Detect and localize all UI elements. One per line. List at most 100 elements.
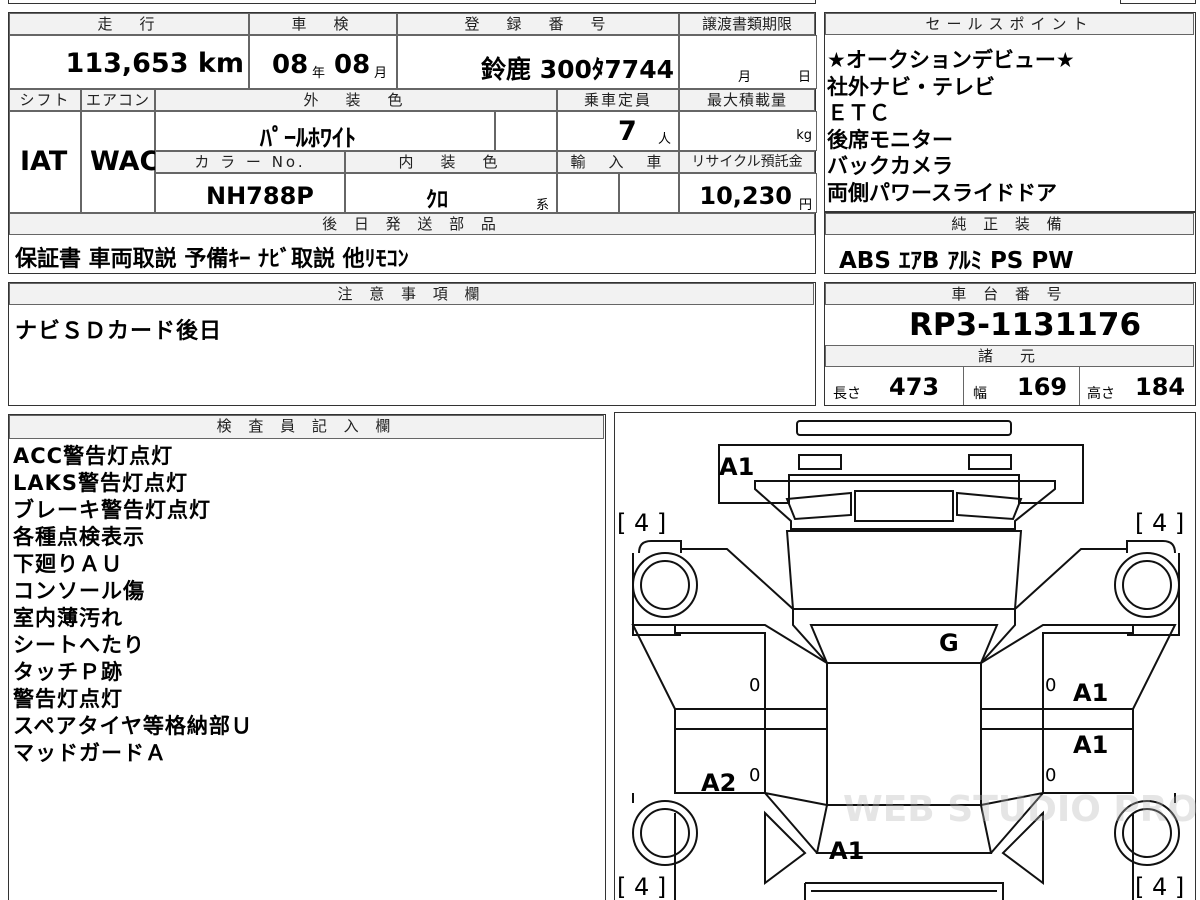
sales-points-header: セールスポイント (825, 13, 1194, 35)
tire-front-right-outer (1114, 552, 1180, 618)
inspector-notes-list: ACC警告灯点灯 LAKS警告灯点灯 ブレーキ警告灯点灯 各種点検表示 下廻りＡＵ コンソ… (13, 443, 253, 767)
import-header: 輸 入 車 (557, 151, 679, 173)
tire-fl-mark: [ 4 ] (617, 509, 667, 537)
width-value: 169 (1017, 373, 1068, 401)
front-roof-edge (809, 624, 999, 664)
equipment-header: 純 正 装 備 (825, 213, 1194, 235)
exterior-color-cell: ﾊﾟｰﾙﾎﾜｲﾄ (155, 111, 495, 152)
length-value: 473 (889, 373, 940, 401)
transfer-month-unit: 月 (738, 70, 752, 85)
equipment-box: 純 正 装 備 ABS ｴｱB ｱﾙﾐ PS PW (824, 212, 1196, 274)
windshield-shape (785, 530, 1023, 610)
max-load-header: 最大積載量 (679, 89, 815, 111)
tire-front-left-outer (632, 552, 698, 618)
top-cut-strip (8, 0, 816, 4)
zero-left-front: 0 (749, 675, 761, 696)
chassis-header: 車 台 番 号 (825, 283, 1194, 305)
zero-right-front: 0 (1045, 675, 1057, 696)
body-right-front (980, 548, 1127, 664)
recycle-header: リサイクル預託金 (679, 151, 815, 173)
recycle-value: 10,230 (699, 182, 792, 210)
right-rear-door-mark: A1 (1073, 731, 1109, 759)
color-no-value: NH788P (206, 182, 314, 210)
notes-header: 注 意 事 項 欄 (9, 283, 814, 305)
hood-left-panel (785, 491, 852, 521)
inspector-note-line: 室内薄汚れ (13, 606, 123, 630)
top-cut-strip-right (1120, 0, 1196, 4)
transfer-deadline-header: 譲渡書類期限 (679, 13, 815, 35)
specs-header: 諸 元 (825, 345, 1194, 367)
later-parts-cell: 保証書 車両取説 予備ｷｰ ﾅﾋﾞ取説 他ﾘﾓｺﾝ (9, 235, 815, 273)
inspector-note-line: スペアタイヤ等格納部Ｕ (13, 714, 253, 738)
door-right-front (1042, 624, 1177, 710)
inspector-header: 検 査 員 記 入 欄 (9, 415, 604, 439)
inspector-note-line: 警告灯点灯 (13, 687, 123, 711)
shift-header: シフト (9, 89, 81, 111)
mileage-value: 113,653 km (65, 48, 244, 79)
tire-fr-mark: [ 4 ] (1135, 509, 1185, 537)
inspector-box: 検 査 員 記 入 欄 ACC警告灯点灯 LAKS警告灯点灯 ブレーキ警告灯点灯 各種… (8, 414, 606, 900)
sales-point-item: ＥＴＣ (827, 101, 890, 125)
transfer-day-unit: 日 (798, 70, 812, 85)
rear-mark: A1 (829, 837, 865, 865)
exterior-color-value: ﾊﾟｰﾙﾎﾜｲﾄ (260, 124, 356, 152)
sales-points-box: セールスポイント ★オークションデビュー★ 社外ナビ・テレビ ＥＴＣ 後席モニター バッ… (824, 12, 1196, 212)
capacity-header: 乗車定員 (557, 89, 679, 111)
capacity-value: 7 (618, 116, 637, 147)
inspector-note-line: マッドガードＡ (13, 741, 167, 765)
capacity-cell: 7 人 (557, 111, 679, 151)
inspector-note-line: タッチＰ跡 (13, 660, 123, 684)
specs-sep-1 (963, 367, 964, 405)
inspector-note-line: LAKS警告灯点灯 (13, 471, 189, 495)
watermark: WEB STUDIO PRO (843, 789, 1199, 830)
inspection-year-unit: 年 (312, 66, 326, 81)
height-label: 高さ (1087, 386, 1115, 402)
left-rear-door-mark: A2 (701, 769, 737, 797)
tire-rr-mark: [ 4 ] (1135, 873, 1185, 900)
inspection-month-unit: 月 (374, 66, 388, 81)
capacity-unit: 人 (658, 132, 672, 147)
transfer-deadline-cell: 月 日 (679, 35, 817, 89)
inspection-year: 08 (272, 50, 309, 80)
height-value: 184 (1135, 373, 1186, 401)
headlight-right (968, 454, 1012, 470)
interior-color-value: ｸﾛ (426, 188, 449, 213)
headlight-left (798, 454, 842, 470)
interior-color-unit: 系 (536, 198, 550, 213)
inspector-note-line: 各種点検表示 (13, 525, 145, 549)
hood-center-panel (854, 490, 954, 522)
width-label: 幅 (973, 386, 987, 402)
front-bumper-mark: A1 (719, 453, 755, 481)
sales-point-item: バックカメラ (827, 154, 953, 178)
vehicle-condition-diagram: A1 G A1 A1 A2 A1 [ 4 ] [ 4 ] [ 4 ] [ 4 ]… (614, 412, 1199, 900)
chassis-box: 車 台 番 号 RP3-1131176 諸 元 長さ 473 幅 169 高さ … (824, 282, 1196, 406)
exterior-color-extra-cell (495, 111, 557, 151)
shift-cell: IAT (9, 111, 81, 213)
front-grille-shape (796, 420, 1012, 436)
color-no-header: カ ラ ー No. (155, 151, 345, 173)
notes-box: 注 意 事 項 欄 ナビＳＤカード後日 (8, 282, 816, 406)
sales-point-item: 後席モニター (827, 127, 953, 152)
interior-color-header: 内 装 色 (345, 151, 557, 173)
max-load-cell: kg (679, 111, 817, 151)
inspector-note-line: ACC警告灯点灯 (13, 444, 174, 468)
windshield-mark: G (939, 629, 959, 657)
tire-rear-left-inner (640, 808, 690, 858)
sales-point-item: 社外ナビ・テレビ (827, 74, 995, 99)
inspection-cell: 08 年 08 月 (249, 35, 397, 89)
registration-value: 鈴鹿 300ﾀ7744 (481, 55, 674, 84)
tire-front-right-inner (1122, 560, 1172, 610)
sales-point-item: 両側パワースライドドア (827, 180, 1057, 205)
roof-outline (826, 662, 982, 806)
recycle-unit: 円 (798, 198, 812, 213)
tire-front-left-inner (640, 560, 690, 610)
body-right-side (980, 624, 1133, 807)
inspection-month: 08 (334, 50, 371, 80)
notes-text: ナビＳＤカード後日 (15, 319, 223, 344)
shift-value: IAT (20, 146, 68, 177)
mileage-header: 走 行 (9, 13, 249, 35)
aircon-header: エアコン (81, 89, 155, 111)
zero-left-rear: 0 (749, 765, 761, 786)
inspection-header: 車 検 (249, 13, 397, 35)
inspector-note-line: シートへたり (13, 633, 145, 657)
